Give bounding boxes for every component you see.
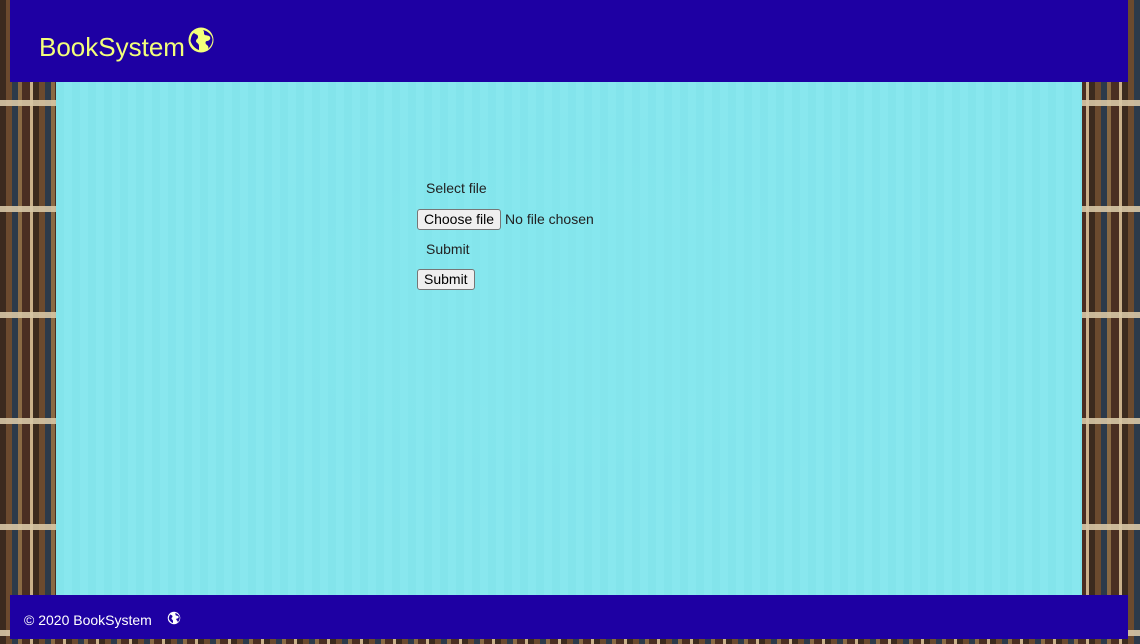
globe-icon xyxy=(167,611,181,625)
submit-label: Submit xyxy=(426,241,470,257)
submit-button[interactable]: Submit xyxy=(417,269,475,290)
brand-name: BookSystem xyxy=(39,32,185,62)
library-overlay xyxy=(56,82,1082,595)
header-bar: BookSystem xyxy=(10,0,1128,82)
main-content: Select file Choose file No file chosen S… xyxy=(56,82,1082,595)
globe-icon xyxy=(188,27,214,53)
upload-form: Select file Choose file No file chosen S… xyxy=(417,178,594,290)
brand-link[interactable]: BookSystem xyxy=(39,26,215,68)
file-label: Select file xyxy=(426,180,487,196)
footer-bar: © 2020 BookSystem xyxy=(10,595,1128,639)
file-status: No file chosen xyxy=(505,211,594,227)
file-input[interactable]: Choose file No file chosen xyxy=(417,208,594,230)
copyright-text: © 2020 BookSystem xyxy=(24,612,152,628)
choose-file-button[interactable]: Choose file xyxy=(417,208,502,230)
